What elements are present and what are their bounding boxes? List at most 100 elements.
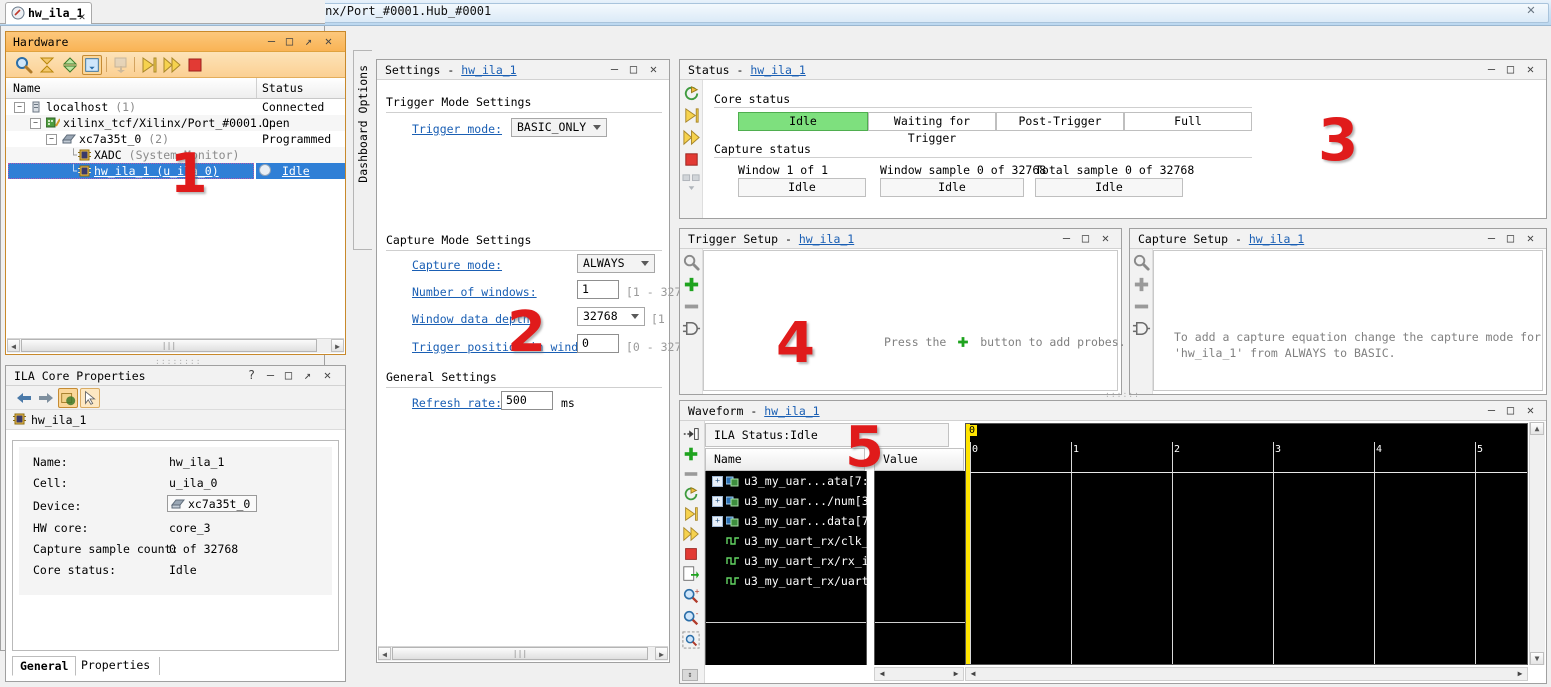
refresh-device-icon[interactable]: [682, 84, 701, 103]
status-minimize-button[interactable]: –: [1484, 62, 1499, 78]
expand-all-icon[interactable]: [60, 55, 80, 75]
scroll-right-arrow-icon[interactable]: ▶: [655, 647, 668, 660]
export-ila-data-icon[interactable]: [682, 172, 701, 191]
expand-icon[interactable]: +: [712, 516, 723, 527]
hardware-float-button[interactable]: ↗: [301, 34, 316, 50]
tab-hw-ila-1[interactable]: hw_ila_1 ✕: [5, 2, 93, 27]
tab-properties[interactable]: Properties: [74, 656, 157, 676]
tab-general[interactable]: General: [12, 656, 77, 676]
waveform-title-link[interactable]: hw_ila_1: [764, 404, 819, 418]
scroll-right-arrow-icon[interactable]: ▶: [1514, 668, 1526, 680]
tree-twisty-icon[interactable]: −: [30, 118, 41, 129]
run-trigger-immediate-icon[interactable]: [682, 128, 701, 147]
status-maximize-button[interactable]: □: [1503, 62, 1518, 78]
waveform-value-scrollbar[interactable]: ◀ ▶: [874, 667, 964, 681]
waveform-canvas[interactable]: 0 0 1 2 3 4 5: [965, 423, 1528, 665]
field-value-device[interactable]: xc7a35t_0: [167, 495, 258, 512]
list-item[interactable]: u3_my_uart_rx/uart_rx: [706, 571, 889, 591]
zoom-in-icon[interactable]: +: [682, 586, 701, 606]
back-arrow-icon[interactable]: [14, 388, 34, 408]
run-trigger-icon[interactable]: [139, 55, 159, 75]
remove-probes-icon[interactable]: [1132, 297, 1151, 316]
window-close-icon[interactable]: ✕: [1523, 3, 1539, 19]
select-pointer-icon[interactable]: [80, 388, 100, 408]
hardware-maximize-button[interactable]: □: [282, 34, 297, 50]
remove-probes-icon[interactable]: [682, 465, 701, 484]
waveform-vertical-scrollbar[interactable]: ▲ ▼: [1529, 422, 1545, 665]
window-data-depth-combo[interactable]: 32768: [577, 307, 645, 326]
trigger-setup-maximize-button[interactable]: □: [1078, 231, 1093, 247]
ila-properties-close-button[interactable]: ✕: [320, 368, 335, 384]
run-trigger-immediate-icon[interactable]: [162, 55, 182, 75]
expand-icon[interactable]: +: [712, 476, 723, 487]
trigger-setup-minimize-button[interactable]: –: [1059, 231, 1074, 247]
dashboard-options-tab[interactable]: Dashboard Options: [353, 50, 372, 250]
settings-minimize-button[interactable]: –: [607, 62, 622, 78]
export-waveform-icon[interactable]: [682, 565, 701, 584]
capture-setup-minimize-button[interactable]: –: [1484, 231, 1499, 247]
table-row[interactable]: − xilinx_tcf/Xilinx/Port_#0001... Open: [6, 115, 345, 131]
list-item[interactable]: u3_my_uart_rx/rx_int: [706, 551, 882, 571]
capture-mode-label[interactable]: Capture mode:: [412, 258, 502, 272]
ila-properties-float-button[interactable]: ↗: [300, 368, 315, 384]
refresh-rate-input[interactable]: 500: [501, 391, 553, 410]
search-probes-icon[interactable]: [682, 253, 701, 272]
tree-twisty-icon[interactable]: −: [46, 134, 57, 145]
capture-condition-icon[interactable]: [1132, 319, 1151, 338]
scroll-up-arrow-icon[interactable]: ▲: [1530, 422, 1544, 435]
collapse-toolbar-icon[interactable]: ⇕: [682, 669, 698, 681]
scrollbar-thumb[interactable]: |||: [392, 647, 648, 660]
waveform-canvas-scrollbar[interactable]: ◀ ▶: [965, 667, 1528, 681]
scroll-left-arrow-icon[interactable]: ◀: [7, 339, 20, 352]
scroll-right-arrow-icon[interactable]: ▶: [950, 668, 962, 680]
tab-close-icon[interactable]: ✕: [79, 6, 86, 27]
waveform-signal-list[interactable]: + u3_my_uar...ata[7:0] + u3_my_uar.../nu…: [705, 471, 889, 665]
auto-connect-target-icon[interactable]: [82, 55, 102, 75]
status-close-button[interactable]: ✕: [1523, 62, 1538, 78]
refresh-device-icon[interactable]: [682, 485, 701, 504]
waveform-minimize-button[interactable]: –: [1484, 403, 1499, 419]
settings-maximize-button[interactable]: □: [626, 62, 641, 78]
waveform-maximize-button[interactable]: □: [1503, 403, 1518, 419]
run-trigger-immediate-icon[interactable]: [682, 525, 701, 544]
hardware-close-button[interactable]: ✕: [321, 34, 336, 50]
settings-title-link[interactable]: hw_ila_1: [461, 63, 516, 77]
scroll-down-arrow-icon[interactable]: ▼: [1530, 652, 1544, 665]
waveform-value-list[interactable]: [874, 471, 966, 665]
trigger-condition-icon[interactable]: [682, 319, 701, 338]
trigger-setup-body[interactable]: Press the button to add probes. 4: [703, 250, 1126, 391]
list-item[interactable]: u3_my_uart_rx/clk_bps: [706, 531, 889, 551]
zoom-fit-icon[interactable]: [682, 631, 701, 650]
tree-twisty-icon[interactable]: −: [14, 102, 25, 113]
expand-icon[interactable]: +: [712, 496, 723, 507]
status-title-link[interactable]: hw_ila_1: [750, 63, 805, 77]
trigger-mode-combo[interactable]: BASIC_ONLY: [511, 118, 607, 137]
run-trigger-icon[interactable]: [682, 106, 701, 125]
trigger-setup-title-link[interactable]: hw_ila_1: [799, 232, 854, 246]
forward-arrow-icon[interactable]: [36, 388, 56, 408]
list-item[interactable]: + u3_my_uar...ata[7:0]: [706, 471, 882, 491]
trigger-setup-close-button[interactable]: ✕: [1098, 231, 1113, 247]
capture-setup-maximize-button[interactable]: □: [1503, 231, 1518, 247]
scroll-left-arrow-icon[interactable]: ◀: [378, 647, 391, 660]
trigger-position-input[interactable]: 0: [577, 334, 619, 353]
refresh-rate-label[interactable]: Refresh rate:: [412, 396, 502, 410]
settings-close-button[interactable]: ✕: [646, 62, 661, 78]
scrollbar-thumb[interactable]: |||: [21, 339, 317, 352]
refresh-properties-icon[interactable]: [58, 388, 78, 408]
run-trigger-icon[interactable]: [682, 505, 701, 524]
search-probes-icon[interactable]: [1132, 253, 1151, 272]
hardware-minimize-button[interactable]: –: [264, 34, 279, 50]
capture-setup-body[interactable]: To add a capture equation change the cap…: [1153, 250, 1543, 391]
ila-properties-minimize-button[interactable]: –: [263, 368, 278, 384]
scroll-right-arrow-icon[interactable]: ▶: [331, 339, 344, 352]
hardware-horizontal-scrollbar[interactable]: ◀ ||| ▶: [7, 338, 344, 353]
waveform-close-button[interactable]: ✕: [1523, 403, 1538, 419]
number-of-windows-input[interactable]: 1: [577, 280, 619, 299]
ila-properties-maximize-button[interactable]: □: [281, 368, 296, 384]
settings-horizontal-scrollbar[interactable]: ◀ ||| ▶: [378, 646, 668, 661]
remove-probes-icon[interactable]: [682, 297, 701, 316]
program-device-icon[interactable]: [111, 55, 131, 75]
stop-icon[interactable]: [185, 55, 205, 75]
zoom-out-icon[interactable]: -: [682, 608, 701, 628]
